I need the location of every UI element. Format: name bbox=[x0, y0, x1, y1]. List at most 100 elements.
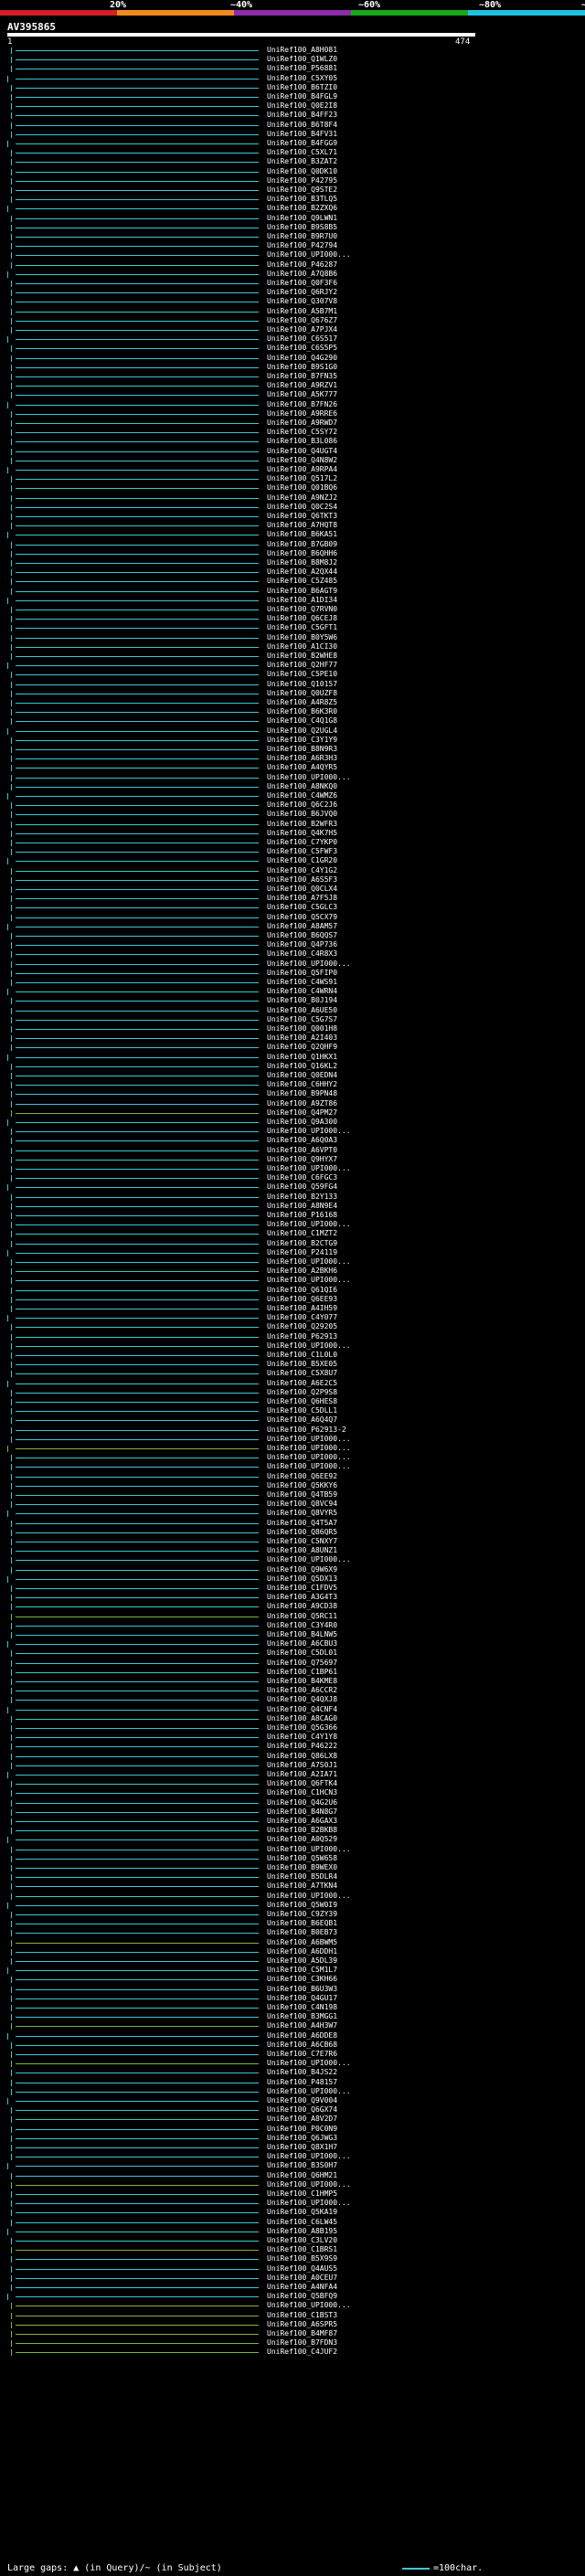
hit-row[interactable]: UniRef100_A8NKQ0 bbox=[0, 782, 585, 791]
hit-row[interactable]: UniRef100_A8N9E4 bbox=[0, 1202, 585, 1211]
hit-row[interactable]: UniRef100_B3MGG1 bbox=[0, 2012, 585, 2021]
hit-label[interactable]: UniRef100_B6QQS7 bbox=[267, 931, 337, 940]
hit-label[interactable]: UniRef100_A8UNZ1 bbox=[267, 1546, 337, 1555]
hit-label[interactable]: UniRef100_B7FN26 bbox=[267, 400, 337, 409]
hit-label[interactable]: UniRef100_UPI000... bbox=[267, 1462, 351, 1471]
hit-label[interactable]: UniRef100_C6HHY2 bbox=[267, 1080, 337, 1089]
hit-row[interactable]: UniRef100_Q9A300 bbox=[0, 1118, 585, 1127]
hit-row[interactable]: UniRef100_B3TLQ5 bbox=[0, 195, 585, 204]
hit-row[interactable]: UniRef100_A6E2C5 bbox=[0, 1379, 585, 1388]
hit-row[interactable]: UniRef100_Q6FTK4 bbox=[0, 1779, 585, 1788]
hit-row[interactable]: UniRef100_UPI000... bbox=[0, 2180, 585, 2189]
hit-row[interactable]: UniRef100_C6HHY2 bbox=[0, 1080, 585, 1089]
hit-row[interactable]: UniRef100_UPI000... bbox=[0, 2059, 585, 2068]
hit-row[interactable]: UniRef100_Q5RC11 bbox=[0, 1612, 585, 1621]
hit-label[interactable]: UniRef100_Q4G290 bbox=[267, 354, 337, 363]
hit-label[interactable]: UniRef100_B5DLR4 bbox=[267, 1872, 337, 1882]
hit-label[interactable]: UniRef100_Q4T5A7 bbox=[267, 1519, 337, 1528]
hit-label[interactable]: UniRef100_B4FGG9 bbox=[267, 139, 337, 148]
hit-label[interactable]: UniRef100_A1CI30 bbox=[267, 642, 337, 652]
hit-row[interactable]: UniRef100_UPI000... bbox=[0, 1453, 585, 1462]
hit-row[interactable]: UniRef100_B4KME8 bbox=[0, 1677, 585, 1686]
hit-row[interactable]: UniRef100_B6KA51 bbox=[0, 530, 585, 539]
hit-row[interactable]: UniRef100_B4LNW5 bbox=[0, 1630, 585, 1639]
hit-label[interactable]: UniRef100_Q0UZF8 bbox=[267, 689, 337, 698]
hit-row[interactable]: UniRef100_A8H081 bbox=[0, 46, 585, 55]
hit-row[interactable]: UniRef100_Q001H8 bbox=[0, 1024, 585, 1034]
hit-label[interactable]: UniRef100_Q4P736 bbox=[267, 940, 337, 949]
hit-label[interactable]: UniRef100_C4R8X3 bbox=[267, 949, 337, 959]
hit-label[interactable]: UniRef100_A6Q0A3 bbox=[267, 1136, 337, 1145]
hit-label[interactable]: UniRef100_B5X9S9 bbox=[267, 2254, 337, 2263]
hit-row[interactable]: UniRef100_Q01BQ6 bbox=[0, 483, 585, 493]
hit-row[interactable]: UniRef100_Q9HYX7 bbox=[0, 1155, 585, 1164]
hit-row[interactable]: UniRef100_B5X9S9 bbox=[0, 2254, 585, 2263]
hit-label[interactable]: UniRef100_Q2UGL4 bbox=[267, 726, 337, 736]
hit-label[interactable]: UniRef100_B4LNW5 bbox=[267, 1630, 337, 1639]
hit-label[interactable]: UniRef100_A9ZT86 bbox=[267, 1099, 337, 1108]
hit-row[interactable]: UniRef100_C7YKP0 bbox=[0, 838, 585, 847]
hit-row[interactable]: UniRef100_Q0CLX4 bbox=[0, 885, 585, 894]
hit-label[interactable]: UniRef100_C5M1L7 bbox=[267, 1966, 337, 1975]
hit-row[interactable]: UniRef100_Q4K7H5 bbox=[0, 829, 585, 838]
hit-label[interactable]: UniRef100_B3TLQ5 bbox=[267, 195, 337, 204]
hit-label[interactable]: UniRef100_B6QHH6 bbox=[267, 549, 337, 558]
hit-label[interactable]: UniRef100_Q6EE93 bbox=[267, 1295, 337, 1304]
hit-label[interactable]: UniRef100_Q6EE92 bbox=[267, 1472, 337, 1481]
hit-row[interactable]: UniRef100_Q16KL2 bbox=[0, 1062, 585, 1071]
hit-row[interactable]: UniRef100_C1GR20 bbox=[0, 856, 585, 865]
hit-row[interactable]: UniRef100_B7FN35 bbox=[0, 372, 585, 381]
hit-label[interactable]: UniRef100_C6S5P5 bbox=[267, 344, 337, 353]
hit-row[interactable]: UniRef100_Q4G290 bbox=[0, 354, 585, 363]
hit-label[interactable]: UniRef100_P42794 bbox=[267, 241, 337, 250]
hit-label[interactable]: UniRef100_UPI000... bbox=[267, 1845, 351, 1854]
hit-label[interactable]: UniRef100_Q6CEJ8 bbox=[267, 614, 337, 623]
hit-row[interactable]: UniRef100_B9WEX0 bbox=[0, 1863, 585, 1872]
hit-row[interactable]: UniRef100_A6Q0A3 bbox=[0, 1136, 585, 1145]
hit-row[interactable]: UniRef100_A9NZJ2 bbox=[0, 493, 585, 503]
hit-label[interactable]: UniRef100_A6E2C5 bbox=[267, 1379, 337, 1388]
hit-label[interactable]: UniRef100_A7Q8B6 bbox=[267, 270, 337, 279]
hit-label[interactable]: UniRef100_A8B195 bbox=[267, 2227, 337, 2236]
hit-label[interactable]: UniRef100_C4WRN4 bbox=[267, 987, 337, 996]
hit-row[interactable]: UniRef100_A9RRE6 bbox=[0, 409, 585, 419]
hit-label[interactable]: UniRef100_B4FV31 bbox=[267, 130, 337, 139]
hit-label[interactable]: UniRef100_Q2HF77 bbox=[267, 661, 337, 670]
hit-label[interactable]: UniRef100_UPI000... bbox=[267, 2087, 351, 2096]
hit-label[interactable]: UniRef100_A6R3H3 bbox=[267, 754, 337, 763]
hit-row[interactable]: UniRef100_B4FGG9 bbox=[0, 139, 585, 148]
hit-label[interactable]: UniRef100_Q5CX79 bbox=[267, 913, 337, 922]
hit-label[interactable]: UniRef100_A2I403 bbox=[267, 1034, 337, 1043]
hit-row[interactable]: UniRef100_A8UNZ1 bbox=[0, 1546, 585, 1555]
hit-row[interactable]: UniRef100_B4JS22 bbox=[0, 2068, 585, 2077]
hit-row[interactable]: UniRef100_UPI000... bbox=[0, 2301, 585, 2310]
hit-row[interactable]: UniRef100_UPI000... bbox=[0, 1462, 585, 1471]
hit-label[interactable]: UniRef100_Q16KL2 bbox=[267, 1062, 337, 1071]
hit-row[interactable]: UniRef100_A4NFA4 bbox=[0, 2283, 585, 2292]
hit-label[interactable]: UniRef100_Q86QR5 bbox=[267, 1528, 337, 1537]
hit-row[interactable]: UniRef100_Q6EE93 bbox=[0, 1295, 585, 1304]
hit-row[interactable]: UniRef100_A9RWD7 bbox=[0, 419, 585, 428]
hit-row[interactable]: UniRef100_C4Y1G2 bbox=[0, 866, 585, 875]
hit-label[interactable]: UniRef100_Q9A300 bbox=[267, 1118, 337, 1127]
hit-label[interactable]: UniRef100_Q4GU17 bbox=[267, 1994, 337, 2003]
hit-row[interactable]: UniRef100_B6EQB1 bbox=[0, 1919, 585, 1928]
hit-label[interactable]: UniRef100_UPI000... bbox=[267, 1127, 351, 1136]
hit-label[interactable]: UniRef100_B0J194 bbox=[267, 996, 337, 1005]
hit-row[interactable]: UniRef100_Q1HKX1 bbox=[0, 1053, 585, 1062]
hit-label[interactable]: UniRef100_C5DLL1 bbox=[267, 1406, 337, 1415]
hit-row[interactable]: UniRef100_UPI000... bbox=[0, 1341, 585, 1351]
hit-row[interactable]: UniRef100_UPI000... bbox=[0, 1164, 585, 1173]
hit-label[interactable]: UniRef100_C6S517 bbox=[267, 334, 337, 344]
hit-row[interactable]: UniRef100_B6TZI0 bbox=[0, 83, 585, 92]
hit-row[interactable]: UniRef100_C1FDV5 bbox=[0, 1584, 585, 1593]
hit-row[interactable]: UniRef100_UPI000... bbox=[0, 1845, 585, 1854]
hit-row[interactable]: UniRef100_Q1WLZ0 bbox=[0, 55, 585, 64]
hit-label[interactable]: UniRef100_B6EQB1 bbox=[267, 1919, 337, 1928]
hit-row[interactable]: UniRef100_C1BP61 bbox=[0, 1668, 585, 1677]
hit-label[interactable]: UniRef100_Q5DX13 bbox=[267, 1574, 337, 1584]
hit-row[interactable]: UniRef100_UPI000... bbox=[0, 1276, 585, 1285]
hit-label[interactable]: UniRef100_Q5KA19 bbox=[267, 2208, 337, 2217]
hit-label[interactable]: UniRef100_A4QYR5 bbox=[267, 763, 337, 772]
hit-row[interactable]: UniRef100_B6AGT9 bbox=[0, 587, 585, 596]
